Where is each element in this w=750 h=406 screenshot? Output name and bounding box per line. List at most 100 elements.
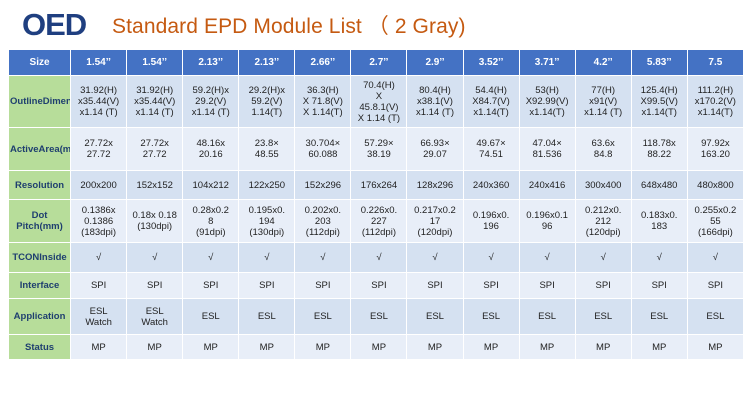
cell-line: 66.93× <box>420 138 450 149</box>
table-body: OutlineDimension(mm)31.92(H)x35.44(V)x1.… <box>7 75 745 360</box>
table-cell: ESL <box>238 298 296 335</box>
table-cell: SPI <box>686 272 745 299</box>
cell-line: 104x212 <box>192 179 229 191</box>
cell-line: SPI <box>147 280 163 291</box>
row-label: Resolution <box>7 170 72 200</box>
cell-line: 20.16 <box>198 149 223 160</box>
table-cell: 0.18x 0.18 (130dpi) <box>126 199 184 243</box>
table-cell: SPI <box>462 272 520 299</box>
row-label-line: Inside <box>39 252 67 263</box>
table-cell: 122x250 <box>238 170 296 200</box>
table-cell: 70.4(H) X 45.8.1(V) X 1.14 (T) <box>350 75 408 128</box>
row-label: OutlineDimension(mm) <box>7 75 72 128</box>
cell-line: ESL <box>538 311 557 322</box>
cell-line: MP <box>259 341 274 353</box>
row-label-line: (mm) <box>39 221 63 232</box>
cell-line: x1.14(T) <box>529 107 565 118</box>
table-cell: 240x360 <box>462 170 520 200</box>
table-cell: 0.202x0. 203 (112dpi) <box>294 199 352 243</box>
cell-line: 128x296 <box>416 179 454 191</box>
row-label-line: n <box>59 311 66 322</box>
cell-line: 648x480 <box>641 179 678 191</box>
table-cell: SPI <box>70 272 128 299</box>
cell-line: SPI <box>315 280 331 291</box>
cell-line: 1.14(T) <box>251 107 283 118</box>
cell-line: 29.2(V) <box>195 96 227 107</box>
cell-line: ESL <box>650 311 669 322</box>
cell-line: 203 <box>314 215 331 227</box>
table-cell: SPI <box>406 272 464 299</box>
cell-line: 0.217x0.2 <box>414 204 456 216</box>
table-cell: 152x296 <box>294 170 352 200</box>
table-cell: 31.92(H) x35.44(V) x1.14 (T) <box>70 75 128 128</box>
table-cell: 27.72x 27.72 <box>70 127 128 171</box>
row-label: Dot Pitch(mm) <box>7 199 72 243</box>
cell-line: 163.20 <box>700 149 730 160</box>
row-label-line: Interface <box>19 280 60 291</box>
epd-module-table: Size 1.54’’ 1.54’’ 2.13’’ 2.13’’ 2.66’’ 2.7’’… <box>7 49 745 360</box>
cell-line: 30.704× <box>305 138 341 149</box>
cell-line: MP <box>91 341 106 353</box>
cell-line: 70.4(H) <box>363 79 395 91</box>
cell-line: 0.202x0. <box>304 204 342 216</box>
table-cell: 0.1386x 0.1386 (183dpi) <box>70 199 128 243</box>
oed-logo: OED <box>22 8 88 40</box>
cell-line: (183dpi) <box>81 226 117 238</box>
cell-line: √ <box>376 252 382 263</box>
table-cell: 125.4(H) X99.5(V) x1.14(T) <box>630 75 688 128</box>
cell-line: √ <box>320 252 326 263</box>
cell-line: (120dpi) <box>585 226 621 238</box>
table-cell: ESL Watch <box>126 298 184 335</box>
cell-line: MP <box>539 341 555 353</box>
cell-line: ESL <box>426 311 444 322</box>
cell-line: MP <box>147 341 162 353</box>
cell-line: SPI <box>595 280 611 291</box>
cell-line: 60.088 <box>308 149 338 160</box>
table-cell: 80.4(H) x38.1(V) x1.14 (T) <box>406 75 464 128</box>
cell-line: 227 <box>370 215 387 227</box>
cell-line: SPI <box>90 280 107 291</box>
cell-line: 29.2(H)x <box>248 85 286 96</box>
cell-line: 27.72 <box>86 149 111 160</box>
size-column-header: 5.83’’ <box>630 49 688 76</box>
table-cell: √ <box>70 242 128 273</box>
cell-line: x1.14(T) <box>641 107 677 118</box>
table-cell: 0.226x0. 227 (112dpi) <box>350 199 408 243</box>
row-label-line: (mm) <box>59 143 71 155</box>
table-cell: 128x296 <box>406 170 464 200</box>
table-cell: 0.255x0.2 55 (166dpi) <box>686 199 745 243</box>
cell-line: 57.29× <box>364 138 394 149</box>
table-cell: 0.28x0.2 8 (91dpi) <box>182 199 240 243</box>
row-label-line: TCON <box>12 252 40 263</box>
table-cell: SPI <box>630 272 688 299</box>
cell-line: 240x360 <box>472 179 510 191</box>
cell-line: 59.2(V) <box>251 96 283 107</box>
cell-line: 152x152 <box>136 179 173 191</box>
cell-line: 38.19 <box>367 149 391 160</box>
size-column-header: 3.52’’ <box>462 49 520 76</box>
cell-line: (112dpi) <box>305 226 340 238</box>
cell-line: ESL <box>313 311 332 322</box>
cell-line: 0.183x0. <box>641 210 678 221</box>
table-cell: MP <box>574 334 632 360</box>
cell-line: 96 <box>541 221 553 232</box>
cell-line: 300x400 <box>584 179 622 191</box>
table-cell: SPI <box>350 272 408 299</box>
cell-line: 27.72 <box>142 149 167 160</box>
cell-line: x35.44(V) <box>78 96 120 107</box>
cell-line: √ <box>488 252 494 263</box>
table-cell: MP <box>238 334 296 360</box>
cell-line: Watch <box>141 316 168 328</box>
cell-line: 59.2(H)x <box>192 85 229 96</box>
cell-line: X99.5(V) <box>640 96 678 107</box>
cell-line: 45.8.1(V) <box>359 101 399 113</box>
cell-line: 0.255x0.2 <box>694 204 737 216</box>
table-cell: MP <box>518 334 576 360</box>
size-column-header: 4.2’’ <box>574 49 632 76</box>
cell-line: MP <box>203 341 218 353</box>
table-cell: √ <box>182 242 240 273</box>
cell-line: 0.195x0. <box>248 204 286 216</box>
application-row: Application ESL Watch ESL Watch ESL ESL ESL ESL E… <box>7 298 745 335</box>
table-cell: 0.195x0. 194 (130dpi) <box>238 199 296 243</box>
cell-line: 53(H) <box>535 85 559 96</box>
